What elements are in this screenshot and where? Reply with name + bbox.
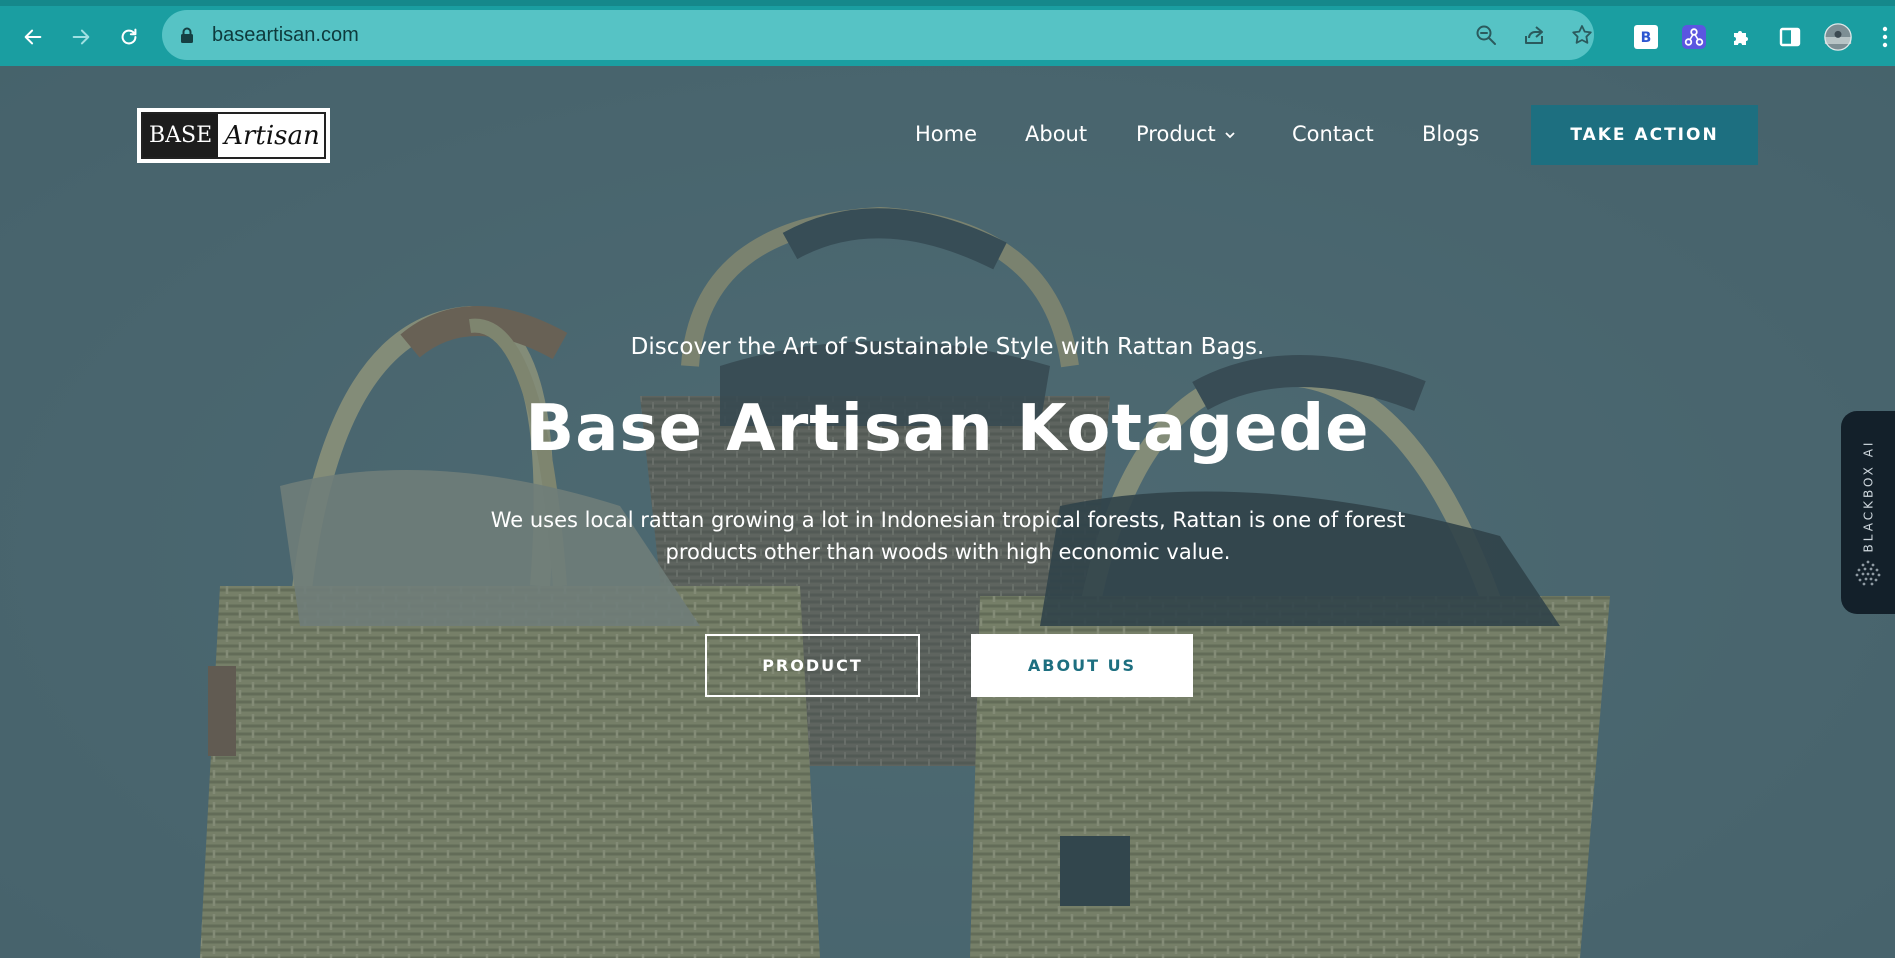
blackbox-ai-label: BLACKBOX AI <box>1861 439 1876 553</box>
about-us-button[interactable]: ABOUT US <box>971 634 1193 697</box>
more-menu-icon[interactable] <box>1878 23 1892 51</box>
url-text[interactable]: baseartisan.com <box>212 24 359 47</box>
forward-button[interactable] <box>63 19 99 55</box>
site-logo[interactable]: BASE Artisan <box>137 108 330 163</box>
nav-contact[interactable]: Contact <box>1292 122 1374 146</box>
share-icon[interactable] <box>1522 23 1546 47</box>
hero-title: Base Artisan Kotagede <box>525 392 1370 466</box>
puzzle-icon[interactable] <box>1728 23 1756 51</box>
blackbox-ai-tab[interactable]: BLACKBOX AI <box>1841 411 1895 614</box>
hero-section: BASE Artisan Home About Product Contact … <box>0 66 1895 958</box>
browser-toolbar: baseartisan.com B <box>0 0 1895 66</box>
nav-home[interactable]: Home <box>915 122 977 146</box>
share-nodes-icon[interactable] <box>1680 23 1708 51</box>
bold-b-icon[interactable]: B <box>1632 23 1660 51</box>
nav-product[interactable]: Product <box>1136 122 1236 146</box>
take-action-button[interactable]: TAKE ACTION <box>1531 105 1758 165</box>
back-button[interactable] <box>15 19 51 55</box>
avatar[interactable] <box>1824 23 1852 51</box>
zoom-icon[interactable] <box>1474 23 1498 47</box>
hero-tagline: Discover the Art of Sustainable Style wi… <box>630 334 1265 360</box>
reload-button[interactable] <box>111 19 147 55</box>
address-bar[interactable]: baseartisan.com <box>162 10 1594 60</box>
nav-product-label: Product <box>1136 122 1216 146</box>
logo-artisan-text: Artisan <box>224 120 320 151</box>
logo-base-text: BASE <box>143 114 219 157</box>
svg-text:B: B <box>1641 30 1652 46</box>
product-button[interactable]: PRODUCT <box>705 634 920 697</box>
star-icon[interactable] <box>1570 23 1594 47</box>
arrow-right-icon <box>72 29 90 45</box>
sidebar-icon[interactable] <box>1776 23 1804 51</box>
hero-description: We uses local rattan growing a lot in In… <box>490 508 1406 564</box>
nav-about[interactable]: About <box>1025 122 1087 146</box>
nav-blogs[interactable]: Blogs <box>1422 122 1479 146</box>
dotted-sphere-icon <box>1855 560 1881 586</box>
arrow-left-icon <box>24 29 42 45</box>
reload-icon <box>121 28 137 45</box>
chevron-down-icon <box>1225 132 1235 139</box>
lock-icon <box>181 27 193 43</box>
